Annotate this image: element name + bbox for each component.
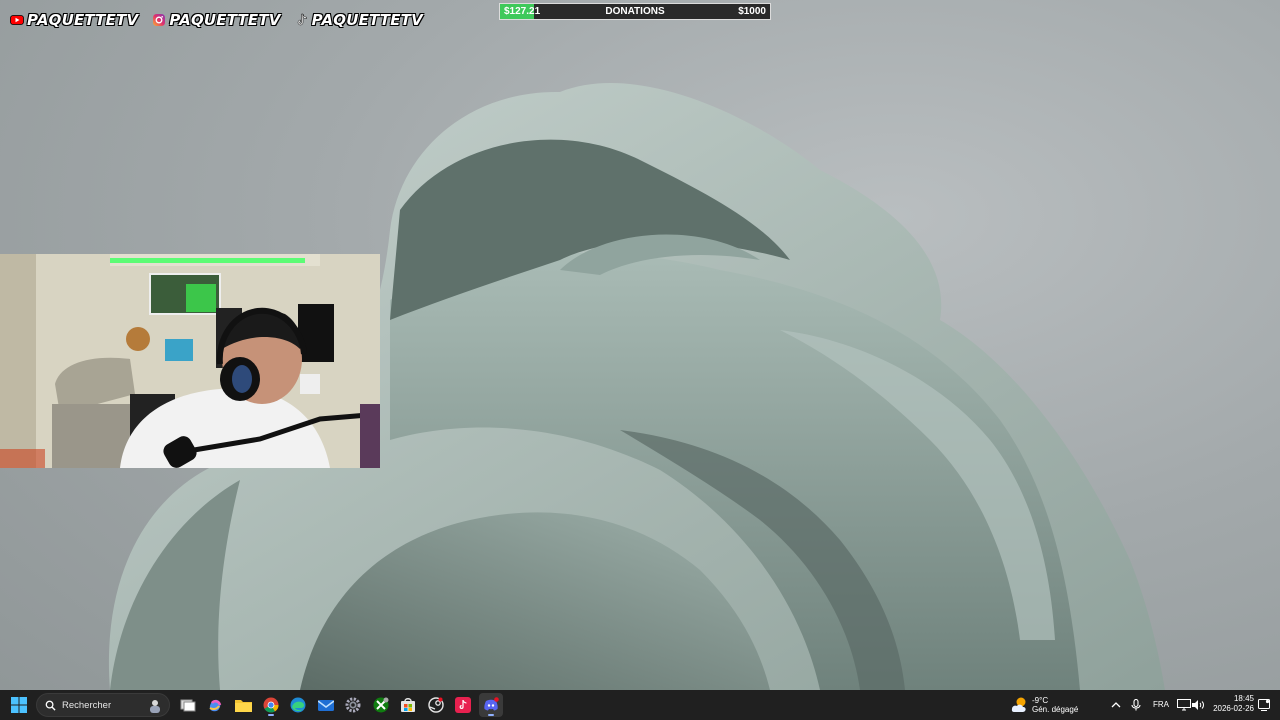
tiktok-handle: PAQUETTETV	[295, 11, 423, 29]
settings-icon	[345, 697, 361, 713]
tiktok-app-icon	[455, 697, 471, 713]
volume-button[interactable]	[1186, 693, 1210, 717]
taskbar-clock[interactable]: 18:45 2026-02-26	[1210, 694, 1254, 714]
taskbar: Rechercher -9°C Gén. dégagé FRA 18:45 20…	[0, 690, 1280, 720]
weather-temp: -9°C	[1032, 696, 1049, 705]
task-view-icon	[180, 699, 196, 712]
active-indicator	[268, 714, 274, 716]
youtube-handle: PAQUETTETV	[10, 11, 138, 29]
search-icon	[45, 700, 56, 711]
webcam-feed	[0, 254, 380, 468]
file-explorer-icon	[234, 700, 252, 712]
weather-icon	[1011, 697, 1026, 712]
tiktok-icon	[297, 13, 307, 26]
tiktok-app-button[interactable]	[451, 693, 475, 717]
instagram-icon	[153, 14, 166, 26]
volume-icon	[1192, 700, 1204, 710]
donations-label: DONATIONS	[605, 6, 665, 17]
discord-button[interactable]	[479, 693, 503, 717]
instagram-handle: PAQUETTETV	[152, 11, 280, 29]
discord-icon	[484, 697, 499, 711]
webcam-scene	[0, 254, 380, 468]
instagram-handle-text: PAQUETTETV	[169, 11, 281, 29]
task-view-button[interactable]	[176, 693, 200, 717]
settings-button[interactable]	[341, 693, 365, 717]
taskbar-search[interactable]: Rechercher	[36, 693, 170, 717]
tiktok-handle-text: PAQUETTETV	[311, 11, 423, 29]
language-indicator[interactable]: FRA	[1153, 700, 1169, 709]
start-button[interactable]	[7, 693, 31, 717]
file-explorer-button[interactable]	[231, 693, 255, 717]
store-button[interactable]	[396, 693, 420, 717]
clock-date: 2026-02-26	[1213, 704, 1254, 713]
start-icon	[11, 697, 27, 713]
youtube-handle-text: PAQUETTETV	[27, 11, 139, 29]
search-highlight-icon	[150, 700, 160, 713]
weather-widget[interactable]: -9°C Gén. dégagé	[1010, 693, 1078, 717]
search-placeholder: Rechercher	[62, 699, 112, 711]
copilot-icon	[209, 699, 222, 712]
active-indicator	[488, 714, 494, 716]
chrome-icon	[263, 697, 279, 713]
chevron-up-icon	[1111, 702, 1121, 708]
youtube-icon	[10, 15, 24, 25]
clock-time: 18:45	[1233, 694, 1254, 703]
weather-condition: Gén. dégagé	[1032, 705, 1079, 714]
xbox-icon	[373, 697, 389, 713]
weather-text: -9°C Gén. dégagé	[1032, 696, 1078, 714]
donations-progress-bar: $127.21 DONATIONS $1000	[499, 3, 771, 20]
chrome-button[interactable]	[259, 693, 283, 717]
donations-goal: $1000	[738, 6, 766, 17]
edge-icon	[290, 697, 306, 713]
store-icon	[401, 698, 415, 712]
mail-icon	[318, 700, 334, 711]
mail-button[interactable]	[314, 693, 338, 717]
microphone-icon	[1131, 699, 1141, 711]
notification-icon	[1258, 699, 1270, 711]
social-handles: PAQUETTETV PAQUETTETV PAQUETTETV	[10, 11, 423, 29]
microphone-button[interactable]	[1124, 693, 1148, 717]
edge-button[interactable]	[286, 693, 310, 717]
notifications-button[interactable]	[1252, 693, 1276, 717]
copilot-button[interactable]	[203, 693, 227, 717]
steam-button[interactable]	[424, 693, 448, 717]
steam-icon	[428, 697, 444, 713]
xbox-button[interactable]	[369, 693, 393, 717]
